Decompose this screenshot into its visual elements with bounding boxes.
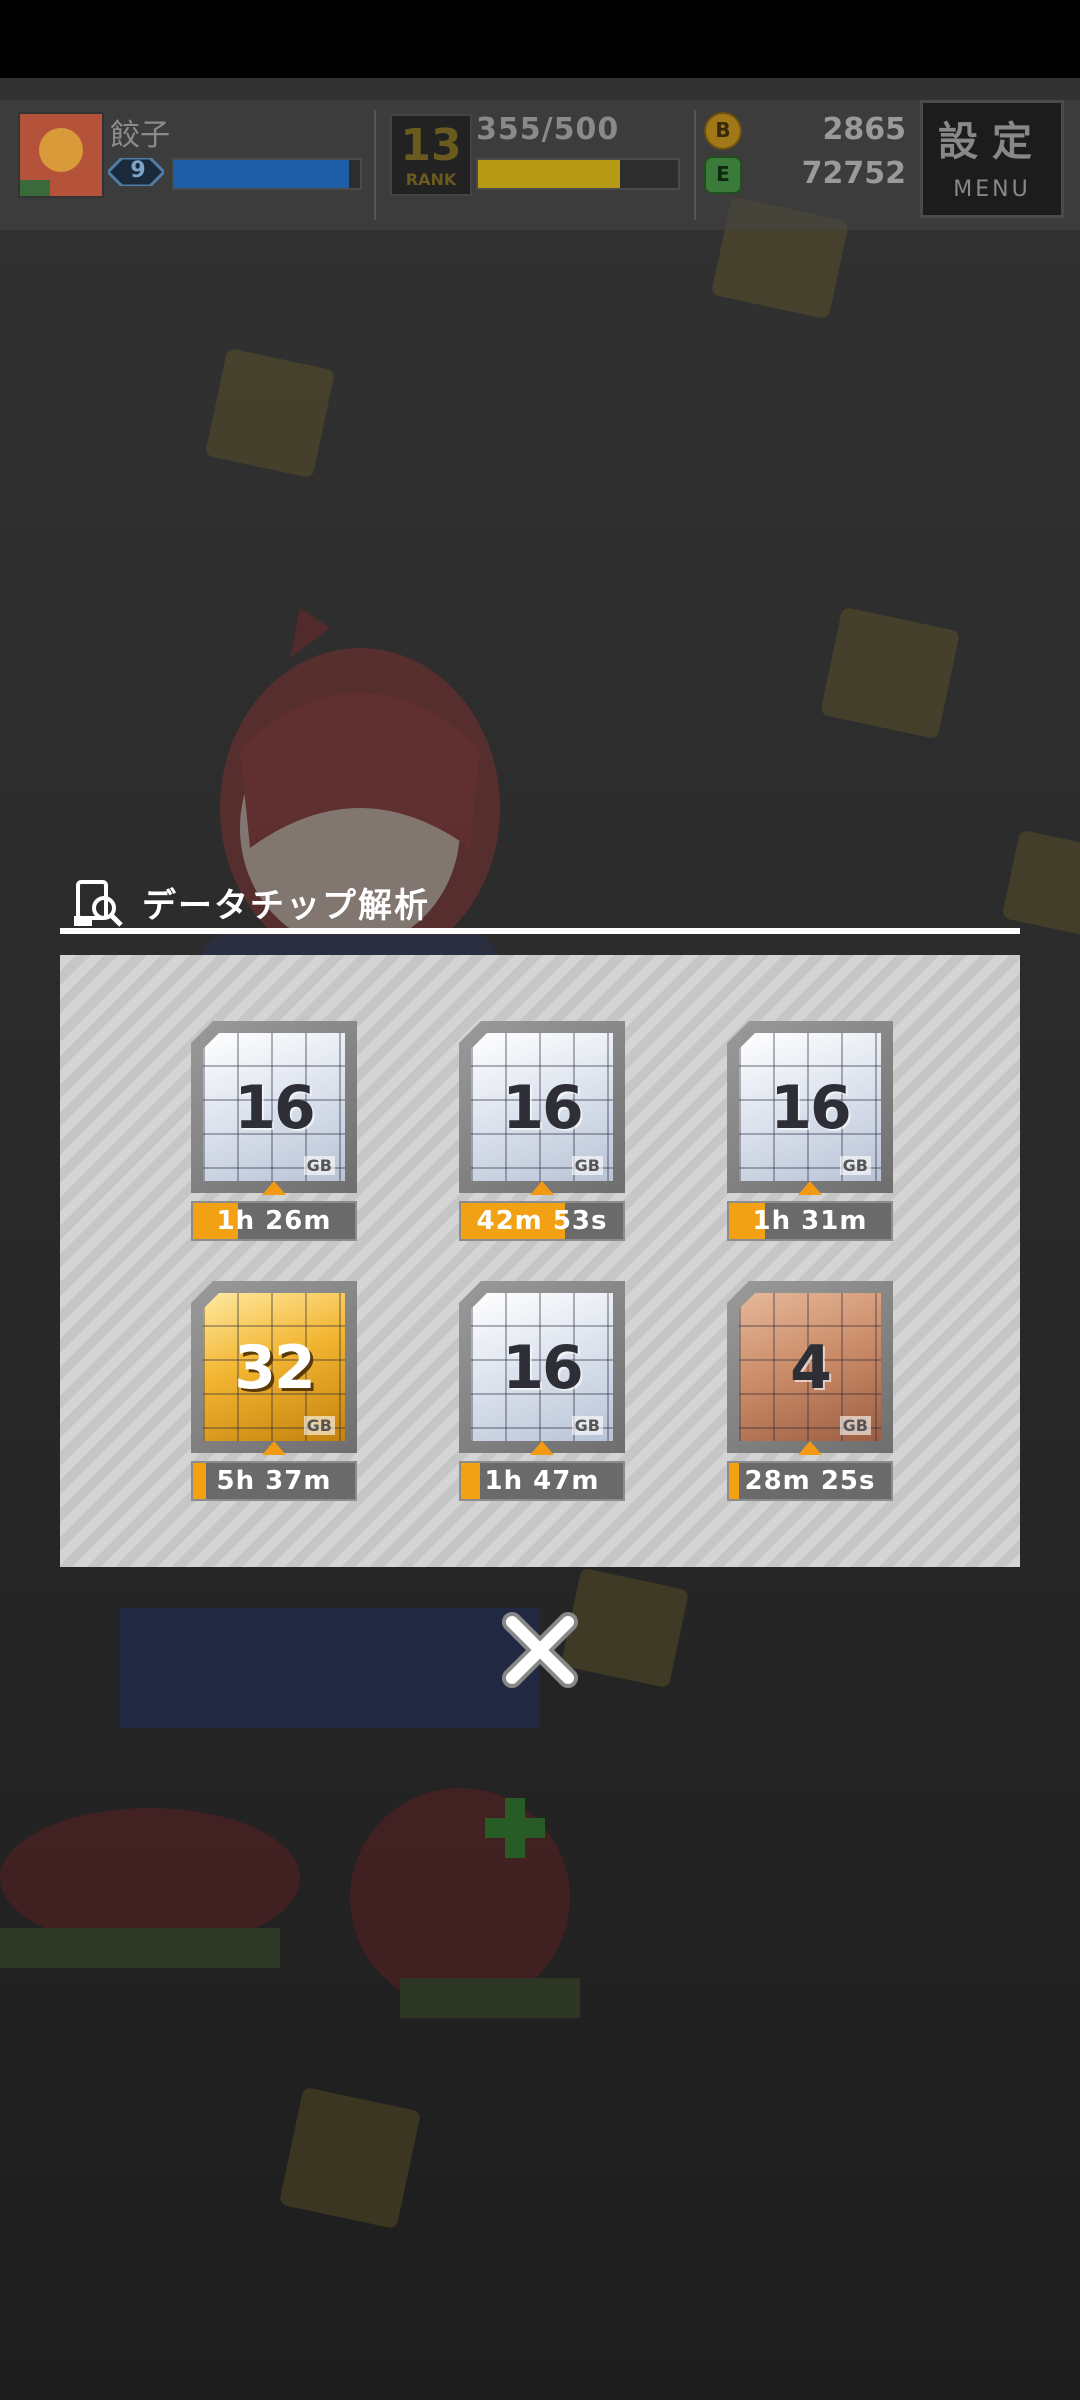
modal-title: データチップ解析 (142, 886, 430, 926)
data-chip-slot[interactable]: 32 GB 5h 37m (191, 1281, 357, 1503)
coin-icon: B (704, 112, 742, 150)
chip-face: 4 GB (739, 1293, 881, 1441)
bg-decor (278, 2086, 422, 2230)
data-chip-slot[interactable]: 16 GB 42m 53s (459, 1021, 625, 1243)
chip-pointer-icon (798, 1181, 822, 1195)
bg-decor (1001, 829, 1080, 937)
hud-divider (374, 110, 376, 220)
chip-analysis-icon (74, 880, 123, 927)
chip-face: 16 GB (471, 1293, 613, 1441)
chip-unit: GB (571, 1156, 603, 1175)
coin-count: 2865 (822, 112, 907, 147)
data-chip-slot[interactable]: 16 GB 1h 31m (727, 1021, 893, 1243)
rank-badge: 13 RANK (390, 114, 472, 196)
chip-analysis-panel: 16 GB 1h 26m 16 GB 42m 53s 16 GB 1h 31m 32 GB 5h 37… (60, 955, 1020, 1567)
chip-card: 16 GB (459, 1021, 625, 1193)
rank-progress-bar (476, 158, 680, 190)
chip-unit: GB (303, 1156, 335, 1175)
settings-menu-button[interactable]: 設定 MENU (920, 100, 1064, 218)
player-xp-fill (174, 160, 349, 188)
chip-capacity: 16 (502, 1333, 584, 1403)
chip-unit: GB (303, 1416, 335, 1435)
chip-capacity: 32 (234, 1333, 316, 1403)
chip-unit: GB (839, 1416, 871, 1435)
chip-card: 16 GB (727, 1021, 893, 1193)
hud-divider (694, 110, 696, 220)
coin-icon-letter: B (715, 118, 731, 142)
chip-timer-text: 5h 37m (216, 1466, 332, 1496)
chip-pointer-icon (262, 1441, 286, 1455)
chip-timer-bar: 5h 37m (191, 1461, 357, 1501)
chip-pointer-icon (530, 1441, 554, 1455)
bg-decor (819, 606, 961, 740)
chip-unit: GB (839, 1156, 871, 1175)
chip-card: 16 GB (191, 1021, 357, 1193)
close-icon[interactable] (498, 1608, 582, 1692)
chip-capacity: 16 (770, 1073, 852, 1143)
chip-timer-bar: 1h 31m (727, 1201, 893, 1241)
chip-capacity: 16 (234, 1073, 316, 1143)
chip-face: 16 GB (739, 1033, 881, 1181)
data-chip-slot[interactable]: 16 GB 1h 26m (191, 1021, 357, 1243)
rank-number: 13 (400, 120, 462, 171)
chip-capacity: 4 (790, 1333, 832, 1403)
energy-icon: E (704, 156, 742, 194)
chip-timer-text: 1h 47m (484, 1466, 600, 1496)
bg-decor (204, 347, 336, 479)
chip-pointer-icon (798, 1441, 822, 1455)
rank-label: RANK (405, 170, 457, 189)
rank-progress-text: 355/500 (476, 112, 620, 147)
chip-card: 4 GB (727, 1281, 893, 1453)
player-name: 餃子 (110, 118, 170, 153)
player-xp-bar (172, 158, 362, 190)
player-level: 9 (130, 158, 146, 183)
chip-card: 16 GB (459, 1281, 625, 1453)
chip-timer-text: 28m 25s (744, 1466, 876, 1496)
chip-capacity: 16 (502, 1073, 584, 1143)
menu-kanji: 設定 (938, 119, 1046, 165)
chip-face: 16 GB (203, 1033, 345, 1181)
player-avatar[interactable] (18, 112, 104, 198)
energy-count: 72752 (801, 156, 906, 191)
chip-pointer-icon (530, 1181, 554, 1195)
chip-face: 16 GB (471, 1033, 613, 1181)
avatar-portrait-icon (20, 114, 102, 196)
chip-face: 32 GB (203, 1293, 345, 1441)
chip-timer-bar: 42m 53s (459, 1201, 625, 1241)
chip-unit: GB (571, 1416, 603, 1435)
top-hud: 餃子 9 13 RANK 355/500 B 2865 E 72752 (0, 100, 1080, 230)
rank-progress-fill (478, 160, 620, 188)
menu-label: MENU (953, 177, 1031, 202)
chip-card: 32 GB (191, 1281, 357, 1453)
chip-pointer-icon (262, 1181, 286, 1195)
data-chip-slot[interactable]: 16 GB 1h 47m (459, 1281, 625, 1503)
chip-timer-bar: 28m 25s (727, 1461, 893, 1501)
status-bar (0, 0, 1080, 78)
chip-timer-text: 1h 31m (752, 1206, 868, 1236)
modal-title-underline (60, 928, 1020, 934)
energy-icon-letter: E (716, 162, 730, 186)
chip-timer-bar: 1h 47m (459, 1461, 625, 1501)
chip-timer-text: 42m 53s (476, 1206, 608, 1236)
chip-timer-text: 1h 26m (216, 1206, 332, 1236)
chip-timer-bar: 1h 26m (191, 1201, 357, 1241)
data-chip-slot[interactable]: 4 GB 28m 25s (727, 1281, 893, 1503)
